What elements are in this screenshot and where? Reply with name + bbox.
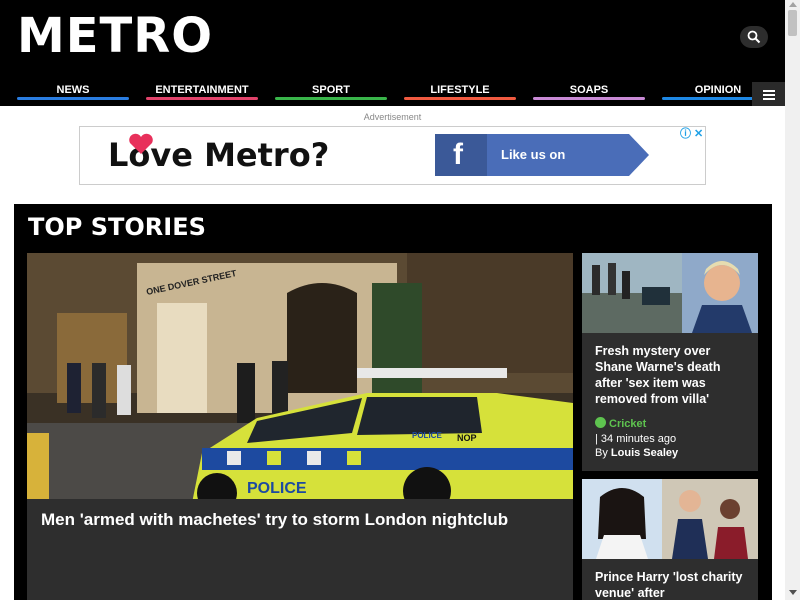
scroll-up-arrow-icon[interactable]: [789, 2, 797, 7]
side-story-headline[interactable]: Prince Harry 'lost charity venue' after: [595, 569, 750, 601]
section-title: TOP STORIES: [28, 213, 206, 241]
facebook-icon: f: [435, 134, 487, 176]
side-story-card[interactable]: Fresh mystery over Shane Warne's death a…: [582, 253, 758, 471]
police-car-text: POLICE: [247, 480, 307, 497]
scroll-thumb[interactable]: [788, 10, 797, 36]
nav-underline: [17, 97, 129, 100]
main-story-headline[interactable]: Men 'armed with machetes' try to storm L…: [41, 509, 541, 530]
side-story-headline[interactable]: Fresh mystery over Shane Warne's death a…: [595, 343, 750, 407]
page-scrollbar[interactable]: [785, 0, 800, 600]
author-link[interactable]: Louis Sealey: [611, 447, 678, 459]
main-story-card[interactable]: ONE DOVER STREET POLICE POLICE NOP Men '…: [27, 253, 573, 600]
main-nav: NEWS ENTERTAINMENT SPORT LIFESTYLE SOAPS…: [0, 82, 774, 102]
heart-icon: [129, 133, 153, 154]
nav-label: LIFESTYLE: [430, 84, 490, 96]
nav-underline: [146, 97, 258, 100]
nav-label: ENTERTAINMENT: [155, 84, 249, 96]
nav-label: SPORT: [312, 84, 350, 96]
nav-item-sport[interactable]: SPORT: [275, 82, 387, 102]
police-car-plate-text: NOP: [457, 433, 477, 443]
ad-choices-icon[interactable]: ⓘ ✕: [680, 125, 703, 141]
nav-item-entertainment[interactable]: ENTERTAINMENT: [146, 82, 258, 102]
facebook-ad[interactable]: Love Metro? f Like us on Facebook ⓘ ✕: [79, 125, 706, 204]
nav-underline: [404, 97, 516, 100]
ad-label: Advertisement: [363, 112, 422, 122]
search-button[interactable]: [740, 26, 768, 48]
story-timestamp: | 34 minutes ago: [595, 433, 677, 445]
search-icon: [747, 30, 761, 44]
site-header: METRO NEWS ENTERTAINMENT SPORT LIFESTYLE…: [0, 0, 785, 106]
nav-underline: [275, 97, 387, 100]
nav-label: SOAPS: [569, 84, 609, 96]
police-car-door-text: POLICE: [412, 431, 442, 440]
nav-item-lifestyle[interactable]: LIFESTYLE: [404, 82, 516, 102]
category-link[interactable]: Cricket: [595, 417, 646, 430]
scroll-down-arrow-icon[interactable]: [789, 590, 797, 595]
hamburger-icon: [763, 90, 775, 92]
metro-logo[interactable]: METRO: [17, 6, 213, 66]
hamburger-menu-button[interactable]: [752, 82, 785, 106]
cricket-icon: [595, 417, 606, 428]
top-stories-section: TOP STORIES ONE DOVER STREET POLICE POLI…: [14, 204, 772, 600]
nav-label: NEWS: [56, 84, 90, 96]
arrow-shape: [629, 134, 649, 176]
nav-item-news[interactable]: NEWS: [17, 82, 129, 102]
police-car-image: ONE DOVER STREET POLICE POLICE NOP: [27, 253, 573, 499]
category-label: Cricket: [609, 418, 647, 430]
facebook-button-label: Like us on Facebook: [487, 134, 629, 204]
side-story-card[interactable]: Prince Harry 'lost charity venue' after: [582, 479, 758, 600]
nav-item-soaps[interactable]: SOAPS: [533, 82, 645, 102]
byline-prefix: By: [595, 447, 608, 459]
like-facebook-button[interactable]: f Like us on Facebook: [435, 134, 649, 204]
royal-story-image: [582, 479, 758, 559]
nav-label: OPINION: [694, 84, 742, 96]
story-byline: By Louis Sealey: [595, 446, 678, 460]
cricket-story-image: [582, 253, 758, 333]
nav-underline: [533, 97, 645, 100]
